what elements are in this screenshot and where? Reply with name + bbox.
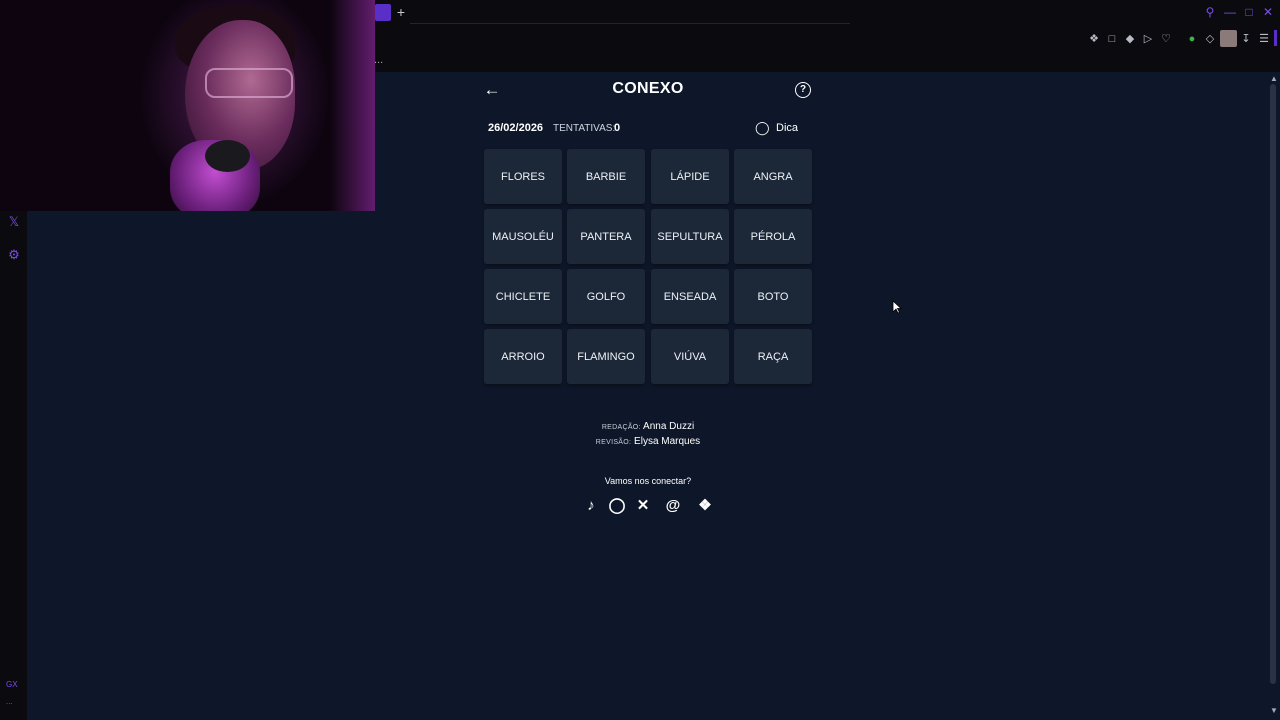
- word-tile[interactable]: LÁPIDE: [651, 149, 729, 204]
- webcam-light: [330, 0, 375, 211]
- settings-icon[interactable]: ⚙: [4, 245, 24, 265]
- shield-icon[interactable]: ◆: [1122, 31, 1138, 47]
- review-label: REVISÃO:: [595, 439, 632, 446]
- word-tile[interactable]: BARBIE: [567, 149, 645, 204]
- extensions-icon[interactable]: ◇: [1202, 31, 1218, 47]
- lightbulb-icon[interactable]: ◯: [755, 121, 770, 135]
- tries-count: 0: [614, 122, 621, 134]
- word-tile[interactable]: PÉROLA: [734, 209, 812, 264]
- x-icon[interactable]: ✕: [634, 497, 652, 515]
- search-icon[interactable]: ⚲: [1202, 4, 1218, 20]
- snapshot-icon[interactable]: □: [1104, 31, 1120, 47]
- word-tile[interactable]: RAÇA: [734, 329, 812, 384]
- bluesky-icon[interactable]: ❖: [696, 497, 714, 515]
- threads-icon[interactable]: @: [664, 497, 682, 515]
- download-icon[interactable]: ↧: [1238, 31, 1254, 47]
- editing-label: REDAÇÃO:: [601, 424, 641, 431]
- profile-avatar[interactable]: [1220, 30, 1237, 47]
- editing-credit: REDAÇÃO: Anna Duzzi: [548, 421, 748, 432]
- word-grid: FLORES BARBIE LÁPIDE ANGRA MAUSOLÉU PANT…: [484, 149, 814, 385]
- help-icon[interactable]: ?: [795, 82, 811, 98]
- x-twitter-icon[interactable]: 𝕏: [4, 212, 24, 232]
- menu-icon[interactable]: ☰: [1256, 31, 1272, 47]
- webcam-overlay: [0, 0, 375, 211]
- connect-label: Vamos nos conectar?: [604, 476, 692, 486]
- minimize-icon[interactable]: —: [1222, 4, 1238, 20]
- address-more[interactable]: ...: [374, 54, 383, 66]
- scroll-up-arrow-icon[interactable]: ▲: [1268, 74, 1280, 84]
- tab-divider: [410, 23, 850, 24]
- heart-icon[interactable]: ♡: [1158, 31, 1174, 47]
- word-tile[interactable]: VIÚVA: [651, 329, 729, 384]
- game-date: 26/02/2026: [488, 122, 544, 134]
- active-tab[interactable]: [375, 4, 391, 21]
- review-credit: REVISÃO: Elysa Marques: [548, 436, 748, 447]
- word-tile[interactable]: FLAMINGO: [567, 329, 645, 384]
- webcam-glasses: [205, 68, 293, 98]
- mouse-cursor-icon: [892, 300, 902, 314]
- scroll-thumb[interactable]: [1270, 84, 1276, 684]
- word-tile[interactable]: FLORES: [484, 149, 562, 204]
- toolbar-accent: [1274, 30, 1277, 46]
- close-icon[interactable]: ✕: [1260, 4, 1276, 20]
- word-tile[interactable]: ARROIO: [484, 329, 562, 384]
- word-tile[interactable]: ENSEADA: [651, 269, 729, 324]
- webcam-microphone: [205, 140, 250, 172]
- hint-button[interactable]: Dica: [776, 122, 798, 134]
- gx-label[interactable]: GX: [6, 680, 18, 689]
- vpn-icon[interactable]: ●: [1184, 31, 1200, 47]
- page-title: CONEXO: [612, 80, 684, 97]
- word-tile[interactable]: MAUSOLÉU: [484, 209, 562, 264]
- word-tile[interactable]: ANGRA: [734, 149, 812, 204]
- review-name: Elysa Marques: [634, 436, 701, 447]
- word-tile[interactable]: PANTERA: [567, 209, 645, 264]
- tiktok-icon[interactable]: ♪: [582, 497, 600, 515]
- maximize-icon[interactable]: □: [1241, 4, 1257, 20]
- word-tile[interactable]: GOLFO: [567, 269, 645, 324]
- word-tile[interactable]: SEPULTURA: [651, 209, 729, 264]
- scroll-down-arrow-icon[interactable]: ▼: [1268, 706, 1280, 716]
- editing-name: Anna Duzzi: [643, 421, 695, 432]
- play-icon[interactable]: ▷: [1140, 31, 1156, 47]
- word-tile[interactable]: CHICLETE: [484, 269, 562, 324]
- tries-label: TENTATIVAS:: [553, 123, 616, 134]
- new-tab-button[interactable]: +: [394, 3, 408, 21]
- word-tile[interactable]: BOTO: [734, 269, 812, 324]
- pin-icon[interactable]: ❖: [1086, 31, 1102, 47]
- instagram-icon[interactable]: ◯: [608, 497, 626, 515]
- sidebar-more[interactable]: ...: [6, 697, 13, 706]
- back-arrow-icon[interactable]: ←: [482, 80, 502, 100]
